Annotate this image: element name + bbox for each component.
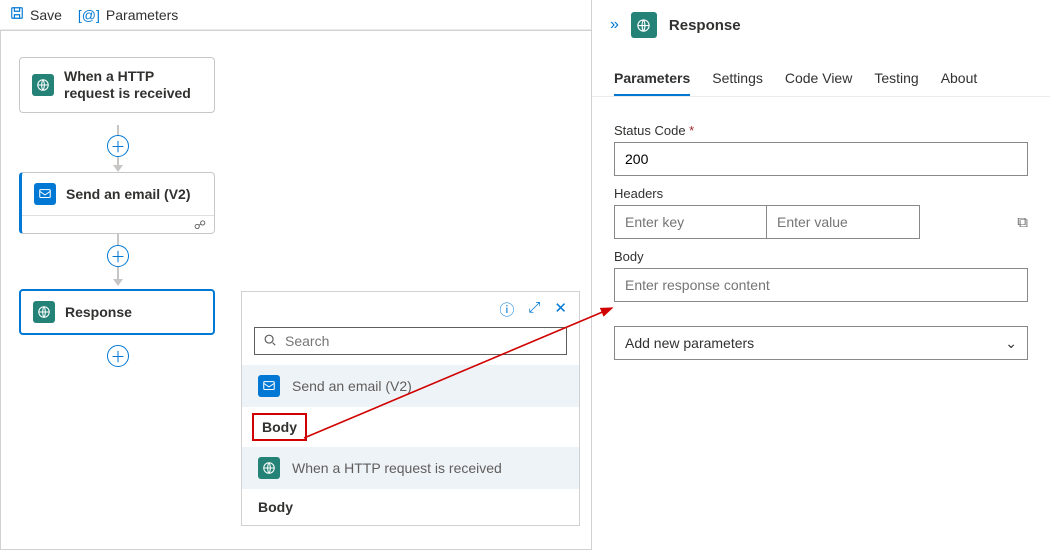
mail-icon	[258, 375, 280, 397]
picker-source-http[interactable]: When a HTTP request is received	[242, 447, 579, 489]
arrowhead-icon	[113, 279, 123, 286]
parameters-button[interactable]: [@] Parameters	[78, 7, 178, 23]
body-input[interactable]	[614, 268, 1028, 302]
tab-parameters[interactable]: Parameters	[614, 70, 690, 96]
add-new-parameters-dropdown[interactable]: Add new parameters ⌄	[614, 326, 1028, 360]
panel-tabs: Parameters Settings Code View Testing Ab…	[592, 50, 1050, 97]
headers-label: Headers	[614, 186, 1028, 201]
details-panel: » Response Parameters Settings Code View…	[591, 0, 1050, 550]
panel-title: Response	[669, 17, 741, 34]
parameters-label: Parameters	[106, 7, 178, 23]
search-icon	[263, 333, 277, 350]
status-code-input[interactable]	[614, 142, 1028, 176]
picker-token-body-highlighted[interactable]: Body	[252, 413, 307, 441]
globe-icon	[631, 12, 657, 38]
expand-icon[interactable]: ⤢	[528, 299, 540, 320]
picker-item-label: When a HTTP request is received	[292, 460, 502, 476]
node-footer-link-icon: ☍	[22, 215, 214, 233]
collapse-panel-icon[interactable]: »	[610, 16, 619, 34]
header-actions-icon[interactable]: ⧉	[1017, 214, 1028, 231]
chevron-down-icon: ⌄	[1005, 335, 1017, 352]
globe-icon	[258, 457, 280, 479]
parameters-icon: [@]	[78, 7, 100, 23]
tab-settings[interactable]: Settings	[712, 70, 763, 96]
globe-icon	[32, 74, 54, 96]
close-icon[interactable]: ✕	[554, 299, 567, 320]
save-icon	[10, 6, 24, 23]
add-step-button[interactable]: ＋	[107, 245, 129, 267]
picker-source-email[interactable]: Send an email (V2)	[242, 365, 579, 407]
node-http-trigger[interactable]: When a HTTP request is received	[19, 57, 215, 113]
tab-code-view[interactable]: Code View	[785, 70, 852, 96]
info-icon[interactable]: ⓘ	[499, 299, 514, 320]
status-code-label: Status Code *	[614, 123, 1028, 138]
node-response[interactable]: Response	[19, 289, 215, 335]
add-step-button[interactable]: ＋	[107, 345, 129, 367]
add-new-label: Add new parameters	[625, 335, 754, 351]
arrowhead-icon	[113, 165, 123, 172]
save-button[interactable]: Save	[10, 6, 62, 23]
search-input[interactable]	[285, 333, 558, 349]
picker-item-label: Send an email (V2)	[292, 378, 412, 394]
picker-token-body[interactable]: Body	[242, 489, 579, 525]
node-title: When a HTTP request is received	[64, 68, 202, 102]
tab-testing[interactable]: Testing	[874, 70, 918, 96]
node-title: Send an email (V2)	[66, 186, 190, 203]
dynamic-content-picker: ⓘ ⤢ ✕ Send an email (V2) Body When a HTT…	[241, 291, 580, 526]
header-value-input[interactable]	[767, 205, 920, 239]
body-label: Body	[614, 249, 1028, 264]
add-step-button[interactable]: ＋	[107, 135, 129, 157]
mail-icon	[34, 183, 56, 205]
save-label: Save	[30, 7, 62, 23]
node-title: Response	[65, 304, 132, 321]
search-input-wrapper	[254, 327, 567, 355]
globe-icon	[33, 301, 55, 323]
node-send-email[interactable]: Send an email (V2) ☍	[19, 172, 215, 234]
tab-about[interactable]: About	[941, 70, 978, 96]
header-key-input[interactable]	[614, 205, 767, 239]
